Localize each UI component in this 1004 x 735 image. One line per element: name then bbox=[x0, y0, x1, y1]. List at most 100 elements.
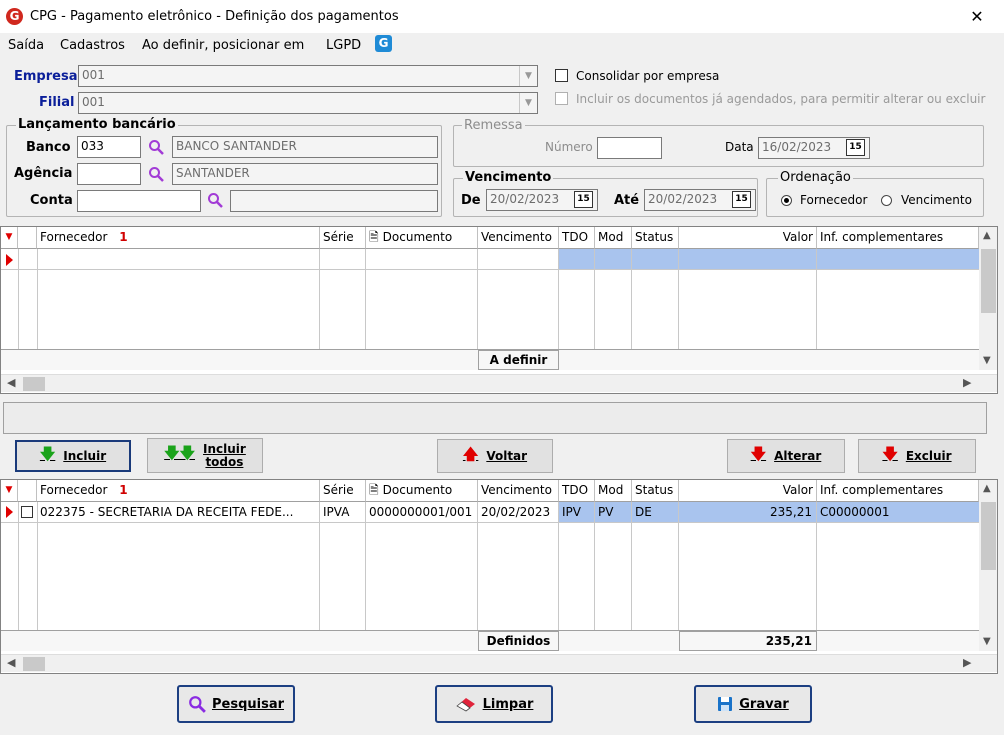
grid-divider bbox=[678, 249, 679, 349]
col-serie[interactable]: Série bbox=[320, 480, 366, 502]
calendar-icon[interactable]: 15 bbox=[574, 191, 593, 208]
col-fornecedor-label: Fornecedor bbox=[40, 483, 108, 497]
horizontal-scrollbar[interactable] bbox=[1, 654, 997, 672]
selected-row-highlight[interactable] bbox=[559, 249, 979, 269]
scrollbar-thumb[interactable] bbox=[981, 502, 996, 570]
row-tdo[interactable]: IPV bbox=[562, 502, 594, 522]
col-inf-complementares[interactable]: Inf. complementares bbox=[817, 227, 979, 249]
scrollbar-thumb[interactable] bbox=[981, 249, 996, 313]
row-indicator-header-icon: ▼ bbox=[1, 227, 18, 249]
document-icon: 🗎 bbox=[369, 483, 379, 497]
search-icon[interactable] bbox=[148, 166, 164, 182]
voltar-button[interactable]: 🡅 Voltar bbox=[437, 439, 553, 473]
chevron-left-icon[interactable]: ◀ bbox=[7, 656, 15, 669]
menu-cadastros[interactable]: Cadastros bbox=[60, 38, 125, 53]
grid-divider bbox=[18, 249, 19, 349]
search-icon[interactable] bbox=[148, 139, 164, 155]
chevron-right-icon[interactable]: ▶ bbox=[963, 656, 971, 669]
incluir-button[interactable]: 🡇 Incluir bbox=[15, 440, 131, 472]
excluir-button[interactable]: 🡇 Excluir bbox=[858, 439, 976, 473]
search-icon[interactable] bbox=[207, 192, 223, 208]
row-inf[interactable]: C00000001 bbox=[820, 502, 976, 522]
incluir-agendados-checkbox[interactable] bbox=[555, 92, 568, 105]
data-value: 16/02/2023 bbox=[762, 140, 832, 154]
row-vencimento[interactable]: 20/02/2023 bbox=[481, 502, 558, 522]
consolidar-checkbox[interactable] bbox=[555, 69, 568, 82]
banco-code-input[interactable]: 033 bbox=[77, 136, 141, 158]
radio-vencimento[interactable] bbox=[881, 195, 892, 206]
col-fornecedor[interactable]: Fornecedor 1 bbox=[37, 480, 320, 502]
menu-ao-definir[interactable]: Ao definir, posicionar em bbox=[142, 38, 304, 53]
limpar-button[interactable]: Limpar bbox=[435, 685, 553, 723]
grid-a-definir[interactable]: ▼ Fornecedor 1 Série 🗎 Documento Vencimen… bbox=[0, 226, 998, 394]
grid-definidos[interactable]: ▼ Fornecedor 1 Série 🗎 Documento Vencimen… bbox=[0, 479, 998, 674]
col-tdo[interactable]: TDO bbox=[559, 480, 595, 502]
horizontal-scrollbar[interactable] bbox=[1, 374, 997, 392]
col-inf-complementares[interactable]: Inf. complementares bbox=[817, 480, 979, 502]
incluir-todos-button[interactable]: 🡇🡇 Incluir todos bbox=[147, 438, 263, 473]
current-row-icon bbox=[6, 254, 13, 266]
close-button[interactable]: ✕ bbox=[962, 4, 992, 30]
radio-fornecedor[interactable] bbox=[781, 195, 792, 206]
col-mod[interactable]: Mod bbox=[595, 227, 632, 249]
banco-name-field: BANCO SANTANDER bbox=[172, 136, 438, 158]
menu-saida[interactable]: Saída bbox=[8, 38, 44, 53]
col-status[interactable]: Status bbox=[632, 480, 679, 502]
col-documento[interactable]: 🗎 Documento bbox=[366, 480, 478, 502]
row-valor[interactable]: 235,21 bbox=[681, 502, 812, 522]
chevron-down-icon[interactable]: ▼ bbox=[983, 355, 991, 366]
document-icon: 🗎 bbox=[369, 230, 379, 244]
col-vencimento[interactable]: Vencimento bbox=[478, 227, 559, 249]
numero-input[interactable] bbox=[597, 137, 662, 159]
scrollbar-thumb[interactable] bbox=[23, 657, 45, 671]
chevron-up-icon[interactable]: ▲ bbox=[983, 230, 991, 241]
col-documento[interactable]: 🗎 Documento bbox=[366, 227, 478, 249]
pesquisar-button[interactable]: Pesquisar bbox=[177, 685, 295, 723]
arrow-down-red-icon: 🡇 bbox=[750, 444, 767, 463]
scrollbar-thumb[interactable] bbox=[23, 377, 45, 391]
agencia-code-input[interactable] bbox=[77, 163, 141, 185]
row-select-checkbox[interactable] bbox=[21, 506, 33, 518]
chevron-down-icon[interactable]: ▼ bbox=[983, 636, 991, 647]
incluir-todos-label-2: todos bbox=[205, 454, 244, 469]
col-valor[interactable]: Valor bbox=[679, 227, 817, 249]
radio-vencimento-label: Vencimento bbox=[901, 193, 972, 207]
banco-code-value: 033 bbox=[81, 139, 104, 153]
conta-input[interactable] bbox=[77, 190, 201, 212]
excluir-label: Excluir bbox=[905, 449, 952, 463]
filial-value: 001 bbox=[82, 95, 105, 109]
row-mod[interactable]: PV bbox=[598, 502, 631, 522]
grid-divider bbox=[319, 249, 320, 349]
menu-lgpd[interactable]: LGPD bbox=[326, 38, 361, 53]
agencia-name-value: SANTANDER bbox=[176, 166, 250, 180]
chevron-left-icon[interactable]: ◀ bbox=[7, 376, 15, 389]
chevron-up-icon[interactable]: ▲ bbox=[983, 483, 991, 494]
row-serie[interactable]: IPVA bbox=[323, 502, 365, 522]
row-fornecedor[interactable]: 022375 - SECRETARIA DA RECEITA FEDE... bbox=[40, 502, 318, 522]
alterar-button[interactable]: 🡇 Alterar bbox=[727, 439, 845, 473]
empresa-value: 001 bbox=[82, 68, 105, 82]
agencia-label: Agência bbox=[14, 166, 73, 181]
col-vencimento[interactable]: Vencimento bbox=[478, 480, 559, 502]
gravar-button[interactable]: Gravar bbox=[694, 685, 812, 723]
row-documento[interactable]: 0000000001/001 bbox=[369, 502, 477, 522]
chevron-down-icon[interactable]: ▼ bbox=[519, 93, 537, 113]
col-serie[interactable]: Série bbox=[320, 227, 366, 249]
lgpd-icon[interactable]: G bbox=[375, 35, 392, 52]
footer-a-definir: A definir bbox=[478, 350, 559, 370]
filial-select[interactable]: 001 bbox=[78, 92, 538, 114]
col-tdo[interactable]: TDO bbox=[559, 227, 595, 249]
calendar-icon[interactable]: 15 bbox=[732, 191, 751, 208]
calendar-icon[interactable]: 15 bbox=[846, 139, 865, 156]
voltar-label: Voltar bbox=[486, 449, 528, 463]
col-valor[interactable]: Valor bbox=[679, 480, 817, 502]
current-row-icon bbox=[6, 506, 13, 518]
chevron-right-icon[interactable]: ▶ bbox=[963, 376, 971, 389]
col-status[interactable]: Status bbox=[632, 227, 679, 249]
col-mod[interactable]: Mod bbox=[595, 480, 632, 502]
row-status[interactable]: DE bbox=[635, 502, 678, 522]
incluir-todos-label-1: Incluir bbox=[203, 441, 246, 456]
chevron-down-icon[interactable]: ▼ bbox=[519, 66, 537, 86]
empresa-select[interactable]: 001 bbox=[78, 65, 538, 87]
col-fornecedor[interactable]: Fornecedor 1 bbox=[37, 227, 320, 249]
